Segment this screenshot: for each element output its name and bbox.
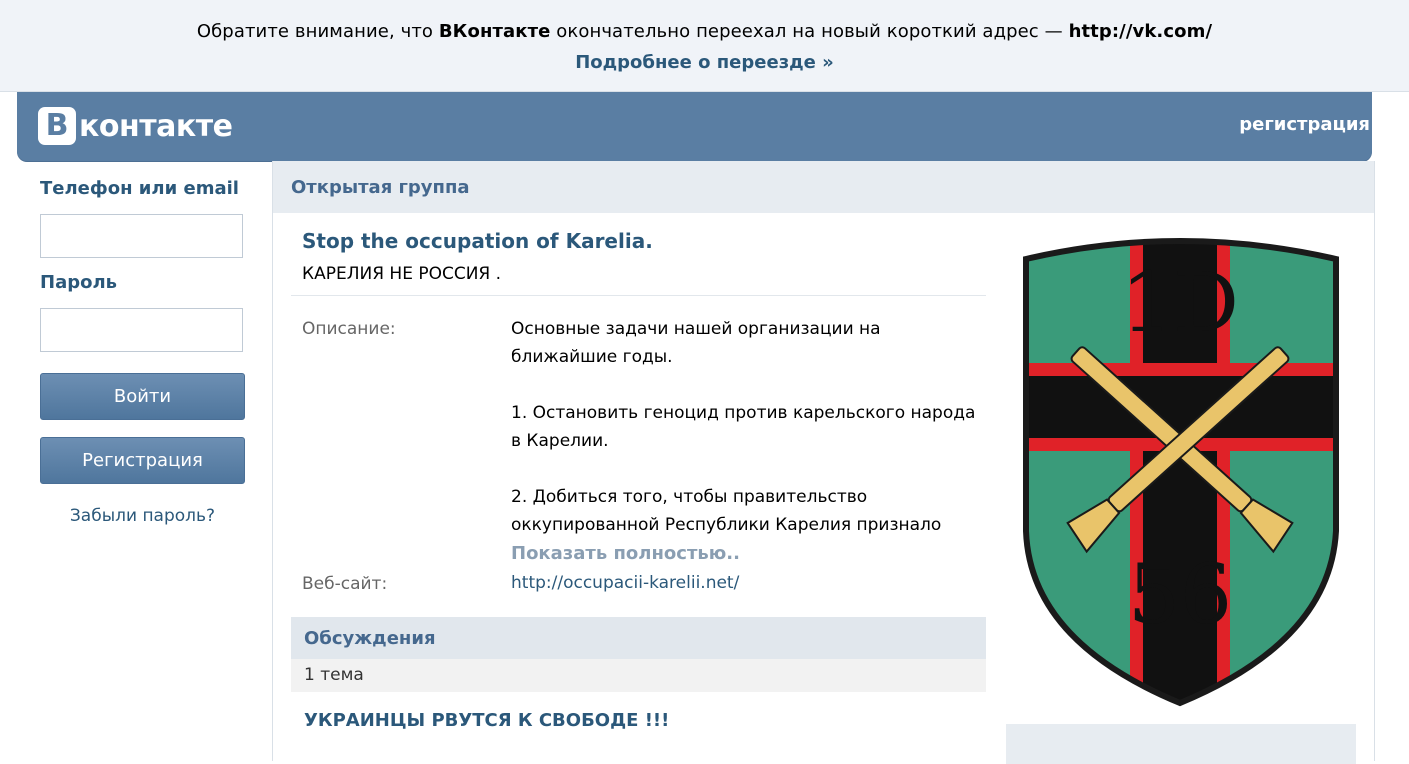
group-title: Stop the occupation of Karelia.: [302, 229, 653, 253]
logo-letter: В: [38, 107, 76, 145]
notice-text: Обратите внимание, что ВКонтакте окончат…: [0, 21, 1409, 42]
site-header: В контакте регистрация: [17, 92, 1372, 161]
discussion-topic-link[interactable]: УКРАИНЦЫ РВУТСЯ К СВОБОДЕ !!!: [304, 710, 669, 731]
description-gap: [511, 455, 981, 483]
relocation-more-link[interactable]: Подробнее о переезде »: [0, 52, 1409, 73]
website-label: Веб-сайт:: [302, 574, 388, 594]
password-input[interactable]: [40, 308, 243, 352]
group-page: Открытая группа Stop the occupation of K…: [272, 161, 1375, 764]
group-avatar-emblem[interactable]: 1D 56: [1018, 231, 1343, 711]
description-line: Основные задачи нашей организации на: [511, 319, 881, 339]
group-type-bar: Открытая группа: [273, 161, 1374, 213]
forgot-password-link[interactable]: Забыли пароль?: [40, 506, 245, 526]
logo-text: контакте: [79, 108, 233, 144]
relocation-notice: Обратите внимание, что ВКонтакте окончат…: [0, 0, 1409, 92]
group-description: Основные задачи нашей организации на бли…: [511, 315, 981, 539]
discussions-count: 1 тема: [304, 665, 364, 685]
website-link[interactable]: http://occupacii-karelii.net/: [511, 573, 739, 593]
description-line: ближайшие годы.: [511, 347, 673, 367]
divider: [291, 295, 986, 296]
description-line: 2. Добиться того, чтобы правительство: [511, 487, 868, 507]
site-logo[interactable]: В контакте: [38, 106, 233, 146]
group-status: КАРЕЛИЯ НЕ РОССИЯ .: [302, 264, 502, 284]
phone-label: Телефон или email: [40, 178, 239, 199]
header-register-link[interactable]: регистрация: [1239, 114, 1370, 135]
discussions-count-bar: 1 тема: [291, 659, 986, 692]
description-line: оккупированной Республики Карелия призна…: [511, 515, 942, 535]
description-label: Описание:: [302, 319, 396, 339]
description-line: в Карелии.: [511, 431, 609, 451]
show-more-link[interactable]: Показать полностью..: [511, 543, 740, 564]
password-label: Пароль: [40, 272, 118, 293]
phone-input[interactable]: [40, 214, 243, 258]
sidebar-section-header: [1006, 724, 1356, 764]
description-line: 1. Остановить геноцид против карельского…: [511, 403, 976, 423]
discussions-header[interactable]: Обсуждения: [291, 617, 986, 659]
notice-text-middle: окончательно переехал на новый короткий …: [550, 21, 1069, 42]
login-button[interactable]: Войти: [40, 373, 245, 420]
notice-brand: ВКонтакте: [438, 21, 551, 42]
discussions-title: Обсуждения: [304, 628, 436, 649]
register-button[interactable]: Регистрация: [40, 437, 245, 484]
emblem-bottom-text: 56: [1128, 548, 1232, 643]
group-type-label: Открытая группа: [291, 177, 470, 198]
notice-new-url[interactable]: http://vk.com/: [1069, 21, 1213, 42]
emblem-top-text: 1D: [1121, 256, 1239, 351]
notice-text-before: Обратите внимание, что: [196, 21, 439, 42]
description-gap: [511, 371, 981, 399]
